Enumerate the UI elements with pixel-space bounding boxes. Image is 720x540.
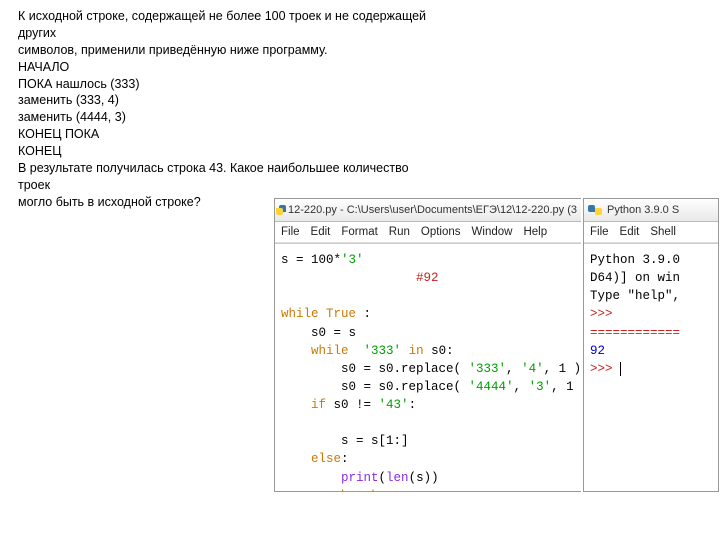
- editor-title: 12-220.py - C:\Users\user\Documents\ЕГЭ\…: [288, 204, 577, 216]
- problem-line: НАЧАЛО: [18, 59, 438, 76]
- menu-format[interactable]: Format: [341, 226, 377, 238]
- menu-edit[interactable]: Edit: [620, 226, 640, 238]
- shell-menubar: File Edit Shell: [584, 222, 718, 243]
- shell-titlebar[interactable]: Python 3.9.0 S: [584, 199, 718, 222]
- problem-text: К исходной строке, содержащей не более 1…: [18, 8, 438, 211]
- editor-menubar: File Edit Format Run Options Window Help: [275, 222, 581, 243]
- shell-restart: ============: [590, 326, 680, 340]
- menu-edit[interactable]: Edit: [311, 226, 331, 238]
- problem-line: заменить (333, 4): [18, 92, 438, 109]
- editor-titlebar[interactable]: 12-220.py - C:\Users\user\Documents\ЕГЭ\…: [275, 199, 581, 222]
- problem-line: КОНЕЦ ПОКА: [18, 126, 438, 143]
- menu-file[interactable]: File: [281, 226, 300, 238]
- shell-prompt: >>>: [590, 307, 620, 321]
- problem-line: КОНЕЦ: [18, 143, 438, 160]
- shell-window: Python 3.9.0 S File Edit Shell Python 3.…: [583, 198, 719, 492]
- shell-title: Python 3.9.0 S: [607, 204, 679, 216]
- editor-window: 12-220.py - C:\Users\user\Documents\ЕГЭ\…: [274, 198, 581, 492]
- menu-help[interactable]: Help: [523, 226, 547, 238]
- menu-file[interactable]: File: [590, 226, 609, 238]
- text-cursor: [620, 362, 621, 376]
- screenshot-area: 12-220.py - C:\Users\user\Documents\ЕГЭ\…: [274, 198, 719, 492]
- shell-output[interactable]: Python 3.9.0 D64)] on win Type "help", >…: [584, 247, 718, 382]
- python-icon: [279, 203, 283, 217]
- problem-line: К исходной строке, содержащей не более 1…: [18, 8, 438, 42]
- shell-result: 92: [590, 344, 605, 358]
- menu-options[interactable]: Options: [421, 226, 461, 238]
- shell-prompt: >>>: [590, 362, 620, 376]
- problem-line: символов, применили приведённую ниже про…: [18, 42, 438, 59]
- menu-window[interactable]: Window: [472, 226, 513, 238]
- editor-code[interactable]: s = 100*'3' #92 while True : s0 = s whil…: [275, 247, 581, 492]
- menu-run[interactable]: Run: [389, 226, 410, 238]
- problem-line: В результате получилась строка 43. Какое…: [18, 160, 438, 194]
- problem-line: ПОКА нашлось (333): [18, 76, 438, 93]
- problem-line: заменить (4444, 3): [18, 109, 438, 126]
- python-icon: [588, 203, 602, 217]
- menu-shell[interactable]: Shell: [650, 226, 676, 238]
